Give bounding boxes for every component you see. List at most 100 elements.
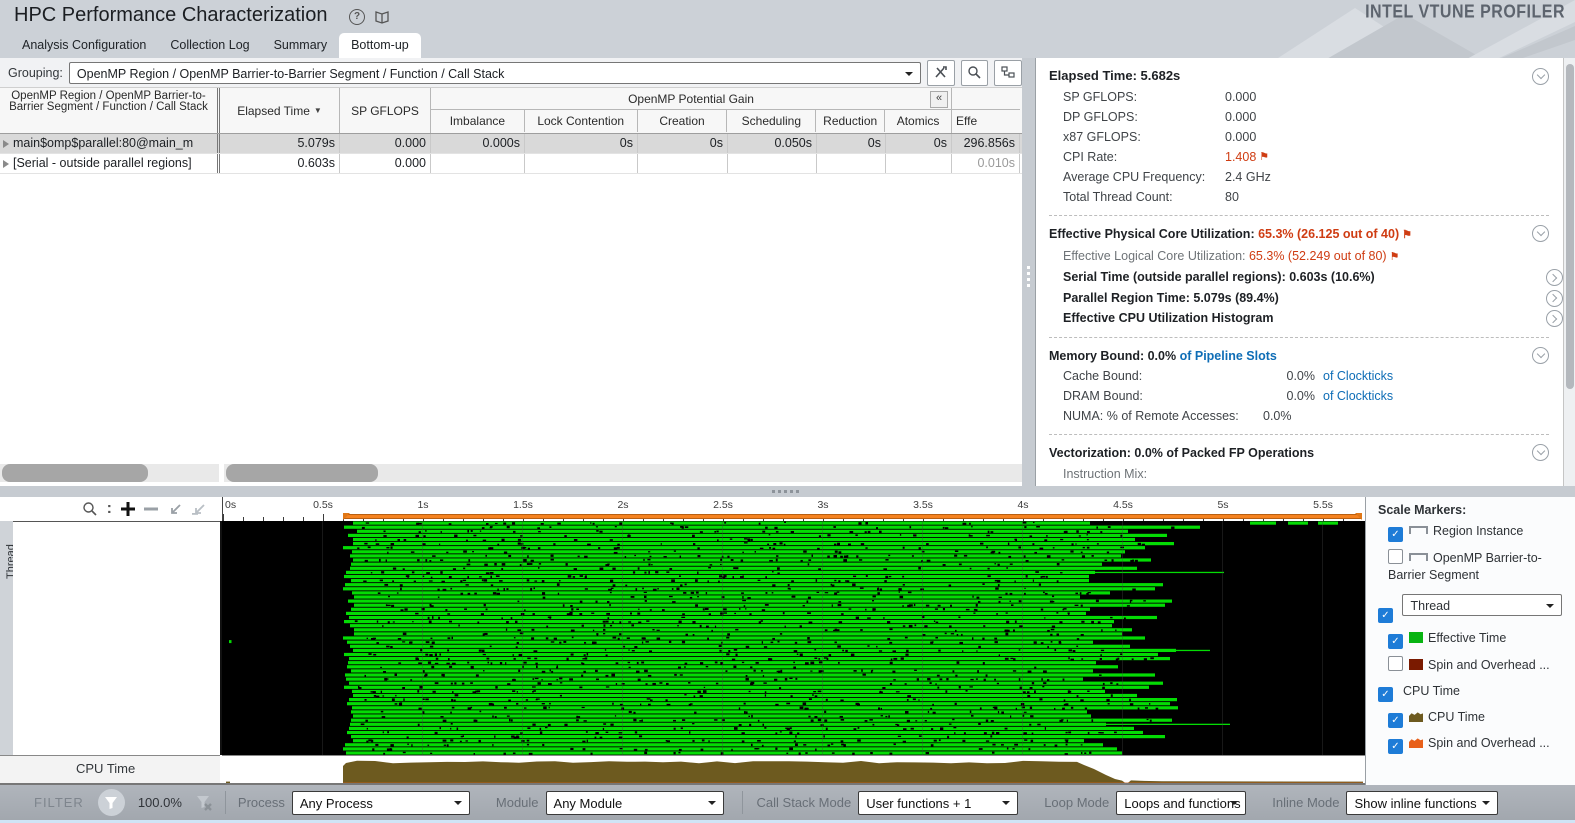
tab-collection-log[interactable]: Collection Log [158, 33, 261, 58]
help-icon[interactable]: ? [349, 9, 365, 25]
collapse-section-icon[interactable] [1532, 347, 1549, 364]
cell-creation[interactable]: 0s [638, 134, 728, 153]
customize-grouping-button[interactable] [927, 60, 955, 86]
parallel-region-time-link[interactable]: Parallel Region Time: 5.079s (89.4%) [1063, 288, 1563, 309]
cell-lock-contention[interactable]: 0s [525, 134, 638, 153]
cell-imbalance[interactable]: 0.000s [431, 134, 525, 153]
zoom-mode-separator: : [107, 500, 112, 518]
table-row[interactable]: main$omp$parallel:80@main_m 5.079s 0.000… [0, 134, 1022, 154]
effective-time-checkbox[interactable] [1388, 634, 1403, 649]
region-instance-marker[interactable] [344, 514, 1362, 519]
tab-analysis-configuration[interactable]: Analysis Configuration [10, 33, 158, 58]
cell-lock-contention[interactable] [525, 154, 638, 173]
module-filter-select[interactable]: Any Module [546, 791, 724, 815]
thread-activity-chart[interactable] [220, 521, 1365, 755]
column-header-reduction[interactable]: Reduction [816, 110, 885, 132]
column-header-creation[interactable]: Creation [638, 110, 728, 132]
horizontal-splitter[interactable] [0, 486, 1575, 497]
group-header[interactable]: OpenMP Potential Gain « [431, 88, 951, 110]
column-header-tree[interactable]: OpenMP Region / OpenMP Barrier-to-Barrie… [0, 88, 220, 133]
collapse-columns-button[interactable]: « [930, 91, 948, 108]
row-type-select[interactable]: Thread [1402, 594, 1562, 616]
spin-overhead-cpu-checkbox[interactable] [1388, 739, 1403, 754]
cell-scheduling[interactable] [728, 154, 817, 173]
inline-mode-label: Inline Mode [1272, 795, 1339, 810]
column-header-elapsed-time[interactable]: Elapsed Time ▼ [220, 88, 340, 133]
data-scrollbar-track[interactable] [224, 464, 1022, 482]
clear-filter-button[interactable] [195, 794, 213, 812]
collapse-section-icon[interactable] [1532, 225, 1549, 242]
clockticks-link[interactable]: of Clockticks [1323, 386, 1393, 406]
tree-scrollbar-track[interactable] [0, 464, 219, 482]
cell-elapsed[interactable]: 0.603s [220, 154, 340, 173]
cell-imbalance[interactable] [431, 154, 525, 173]
cell-atomics[interactable]: 0s [886, 134, 952, 153]
tab-bottom-up[interactable]: Bottom-up [339, 33, 421, 58]
cell-effective[interactable]: 0.010s [952, 154, 1020, 173]
column-header-effective-time[interactable]: Effe [952, 88, 1020, 133]
table-row[interactable]: [Serial - outside parallel regions] 0.60… [0, 154, 1022, 174]
pipeline-slots-link[interactable]: of Pipeline Slots [1180, 349, 1277, 363]
column-header-sp-gflops[interactable]: SP GFLOPS [340, 88, 431, 133]
loop-mode-select[interactable]: Loops and functions [1116, 791, 1246, 815]
cell-reduction[interactable] [817, 154, 886, 173]
summary-scrollbar-thumb[interactable] [1566, 64, 1574, 389]
row-tree-cell[interactable]: main$omp$parallel:80@main_m [0, 134, 220, 153]
tab-summary[interactable]: Summary [262, 33, 339, 58]
expand-arrow-icon[interactable] [3, 140, 9, 148]
zoom-in-button[interactable] [121, 502, 135, 516]
collapse-section-icon[interactable] [1532, 444, 1549, 461]
column-header-atomics[interactable]: Atomics [885, 110, 951, 132]
zoom-out-button[interactable] [144, 502, 158, 516]
column-header-imbalance[interactable]: Imbalance [431, 110, 525, 132]
cell-elapsed[interactable]: 5.079s [220, 134, 340, 153]
row-tree-cell[interactable]: [Serial - outside parallel regions] [0, 154, 220, 173]
cell-atomics[interactable] [886, 154, 952, 173]
barrier-segment-checkbox[interactable] [1388, 549, 1403, 564]
cell-effective[interactable]: 296.856s [952, 134, 1020, 153]
flag-icon: ⚑ [1402, 229, 1412, 241]
column-header-scheduling[interactable]: Scheduling [727, 110, 816, 132]
cell-scheduling[interactable]: 0.050s [728, 134, 817, 153]
tree-scrollbar-thumb[interactable] [2, 464, 148, 482]
chevron-down-icon [708, 801, 716, 805]
process-filter-select[interactable]: Any Process [292, 791, 470, 815]
zoom-undo-button[interactable] [167, 502, 182, 516]
summary-scrollbar-track[interactable] [1563, 58, 1575, 486]
show-callstacks-button[interactable] [994, 60, 1022, 86]
thread-rows-checkbox[interactable] [1378, 608, 1393, 623]
filter-funnel-button[interactable] [98, 789, 125, 816]
grouping-select[interactable]: OpenMP Region / OpenMP Barrier-to-Barrie… [69, 62, 921, 84]
cell-sp-gflops[interactable]: 0.000 [340, 134, 431, 153]
zoom-magnifier-icon[interactable] [82, 501, 98, 517]
spin-overhead-checkbox[interactable] [1388, 656, 1403, 671]
cpu-time-chart[interactable] [222, 755, 1365, 783]
cpu-utilization-histogram-link[interactable]: Effective CPU Utilization Histogram [1063, 308, 1563, 329]
expand-arrow-icon[interactable] [3, 160, 9, 168]
clockticks-link[interactable]: of Clockticks [1323, 366, 1393, 386]
column-group-openmp-potential-gain: OpenMP Potential Gain « Imbalance Lock C… [431, 88, 952, 133]
zoom-redo-button[interactable] [191, 502, 206, 516]
titlebar: HPC Performance Characterization ? [0, 0, 1575, 33]
cell-sp-gflops[interactable]: 0.000 [340, 154, 431, 173]
cpu-time-group-checkbox[interactable] [1378, 687, 1393, 702]
report-book-icon[interactable] [374, 9, 390, 25]
call-stack-mode-select[interactable]: User functions + 1 [858, 791, 1018, 815]
collapse-section-icon[interactable] [1532, 68, 1549, 85]
filter-bar: FILTER 100.0% Process Any Process Module… [0, 785, 1575, 820]
inline-mode-select[interactable]: Show inline functions [1346, 791, 1498, 815]
thread-activity-svg [222, 521, 1365, 755]
data-scrollbar-thumb[interactable] [226, 464, 378, 482]
cell-creation[interactable] [638, 154, 728, 173]
cpu-time-row-label[interactable]: CPU Time [0, 755, 220, 783]
core-utilization-title: Effective Physical Core Utilization: 65.… [1049, 224, 1563, 246]
thread-names-panel[interactable] [13, 521, 220, 755]
cpu-time-checkbox[interactable] [1388, 713, 1403, 728]
vertical-splitter[interactable] [1022, 58, 1035, 486]
column-header-lock-contention[interactable]: Lock Contention [525, 110, 638, 132]
timeline-ruler[interactable]: 0s0.5s1s1.5s2s2.5s3s3.5s4s4.5s5s5.5s [222, 497, 1365, 521]
cell-reduction[interactable]: 0s [817, 134, 886, 153]
search-button[interactable] [961, 60, 989, 86]
serial-time-link[interactable]: Serial Time (outside parallel regions): … [1063, 267, 1563, 288]
region-instance-checkbox[interactable] [1388, 527, 1403, 542]
